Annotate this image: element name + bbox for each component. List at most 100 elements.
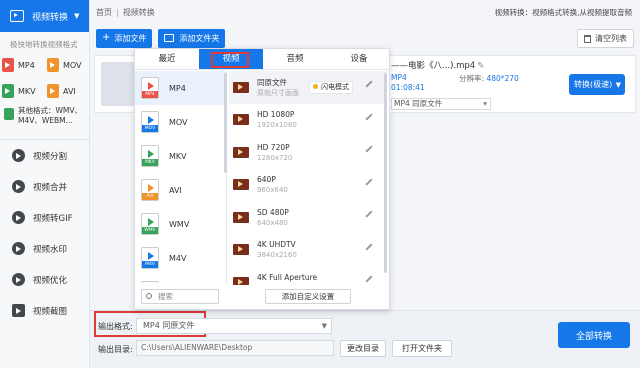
video-file-icon: AVI (141, 179, 159, 201)
film-icon (233, 276, 249, 285)
other-file-icon (4, 108, 14, 120)
format-option[interactable]: VOBVOB (135, 275, 226, 283)
format-band: M4V (142, 261, 158, 268)
quality-name: 640P (257, 175, 276, 185)
other-formats[interactable]: 其他格式：WMV、M4V、WEBM... (0, 100, 89, 140)
file-resolution: 分辨率: 480*270 (459, 73, 519, 84)
format-item-avi[interactable]: AVI (47, 82, 92, 100)
tab-recent[interactable]: 最近 (135, 49, 199, 69)
film-icon (233, 244, 249, 256)
edit-icon[interactable] (365, 210, 373, 218)
file-output-select[interactable]: MP4 同原文件 ▾ (391, 98, 491, 110)
breadcrumb-separator: | (116, 7, 119, 17)
highlight-box (211, 52, 249, 68)
clear-list-button[interactable]: 清空列表 (577, 29, 634, 48)
film-icon (233, 179, 249, 191)
format-search-input[interactable]: 搜索 (141, 289, 219, 304)
sidebar-item-screenshot[interactable]: 视频截图 (0, 295, 89, 326)
video-icon (10, 10, 24, 22)
file-info: MP4 01:08:41 (391, 73, 425, 93)
open-folder-button[interactable]: 打开文件夹 (392, 340, 452, 357)
format-option-label: MOV (169, 117, 188, 127)
format-item-mov[interactable]: MOV (47, 56, 92, 74)
convert-button[interactable]: 转换(极速) ▼ (569, 74, 625, 95)
convert-all-button[interactable]: 全部转换 (558, 322, 630, 348)
output-format-label: 输出格式: (98, 322, 133, 331)
flash-mode-label: 闪电模式 (321, 83, 349, 91)
file-name-text: ——电影《八...).mp4 (391, 61, 476, 71)
split-icon (12, 149, 25, 162)
add-file-button[interactable]: + 添加文件 (96, 28, 153, 48)
format-list: MP4 MP4 MOV MOV MKV MKV AVI AVI WMV WMV M4V M4V VOBV… (135, 71, 227, 283)
quality-option[interactable]: 4K UHDTV 3840x2160 (229, 234, 387, 267)
change-dir-button[interactable]: 更改目录 (340, 340, 386, 357)
quality-option[interactable]: 640P 960x640 (229, 169, 387, 202)
quality-text: 640P 960x640 (257, 174, 288, 195)
bottom-panel: 输出格式: MP4 同原文件 ▼ 输出目录: C:\Users\ALIENWAR… (90, 310, 640, 368)
edit-icon[interactable] (365, 275, 373, 283)
breadcrumb-home[interactable]: 首页 (96, 7, 112, 18)
edit-icon[interactable] (365, 242, 373, 251)
tab-label: 音频 (286, 54, 304, 64)
resolution-value: 480*270 (486, 74, 519, 83)
flash-mode-badge[interactable]: 闪电模式 (309, 81, 353, 94)
add-file-label: 添加文件 (114, 33, 147, 43)
add-folder-button[interactable]: 添加文件夹 (158, 28, 226, 48)
format-label: AVI (63, 86, 76, 96)
quality-option[interactable]: 4K Full Aperture4096x3112 (229, 266, 387, 285)
chevron-down-icon: ▼ (74, 12, 80, 20)
film-icon (233, 211, 249, 223)
page-description: 视频转换：视频格式转换,从视频提取音频 (494, 7, 632, 17)
sidebar-item-gif[interactable]: 视频转GIF (0, 202, 89, 233)
format-item-mkv[interactable]: MKV (2, 82, 47, 100)
format-option[interactable]: MKV MKV (135, 139, 226, 173)
mp4-file-icon (2, 58, 14, 72)
quality-size: 640x480 (257, 218, 288, 227)
quality-text: SD 480P 640x480 (257, 207, 289, 228)
video-file-icon: VOB (141, 281, 159, 283)
sidebar-subtitle: 极快地转换视频格式 (10, 40, 78, 49)
format-item-mp4[interactable]: MP4 (2, 56, 47, 74)
quality-option[interactable]: SD 480P 640x480 (229, 201, 387, 234)
output-format-select[interactable]: MP4 同原文件 ▼ (136, 318, 332, 334)
quality-option[interactable]: 同原文件 原始尺寸画面 闪电模式 (229, 71, 387, 104)
format-option[interactable]: M4V M4V (135, 241, 226, 275)
quality-option[interactable]: HD 720P 1280x720 (229, 136, 387, 169)
quality-size: 960x640 (257, 186, 288, 195)
edit-icon[interactable]: ✎ (477, 61, 484, 71)
chevron-down-icon[interactable]: ▼ (616, 81, 621, 89)
tab-device[interactable]: 设备 (327, 49, 391, 69)
sidebar-item-watermark[interactable]: 视频水印 (0, 233, 89, 264)
nav-label: 视频截图 (33, 306, 68, 317)
scrollbar[interactable] (224, 73, 227, 173)
edit-icon[interactable] (365, 145, 373, 153)
sidebar-item-merge[interactable]: 视频合并 (0, 171, 89, 202)
edit-icon[interactable] (365, 112, 373, 121)
quality-text: 同原文件 原始尺寸画面 (257, 77, 299, 98)
video-file-icon: MP4 (141, 77, 159, 99)
quality-option[interactable]: HD 1080P 1920x1080 (229, 104, 387, 137)
add-custom-button[interactable]: 添加自定义设置 (265, 289, 351, 304)
format-option[interactable]: AVI AVI (135, 173, 226, 207)
format-label: MOV (63, 60, 82, 70)
watermark-icon (12, 242, 25, 255)
chevron-down-icon: ▾ (483, 99, 487, 108)
clear-list-label: 清空列表 (595, 34, 627, 43)
search-icon (146, 293, 152, 299)
gif-icon (12, 211, 25, 224)
sidebar-header[interactable]: 视频转换 ▼ (0, 0, 89, 32)
tab-audio[interactable]: 音频 (263, 49, 327, 69)
nav-label: 视频转GIF (33, 213, 73, 224)
format-option[interactable]: MOV MOV (135, 105, 226, 139)
scrollbar[interactable] (384, 73, 387, 273)
output-dir-field[interactable]: C:\Users\ALIENWARE\Desktop (136, 340, 334, 356)
edit-icon[interactable] (365, 177, 373, 186)
tab-video[interactable]: 视频 (199, 49, 263, 69)
edit-icon[interactable] (365, 80, 373, 88)
format-option[interactable]: MP4 MP4 (135, 71, 226, 105)
sidebar-item-split[interactable]: 视频分割 (0, 140, 89, 171)
format-option[interactable]: WMV WMV (135, 207, 226, 241)
popup-tabs: 最近 视频 音频 设备 (135, 49, 391, 70)
file-name: ——电影《八...).mp4 ✎ (391, 59, 484, 71)
sidebar-item-optimize[interactable]: 视频优化 (0, 264, 89, 295)
